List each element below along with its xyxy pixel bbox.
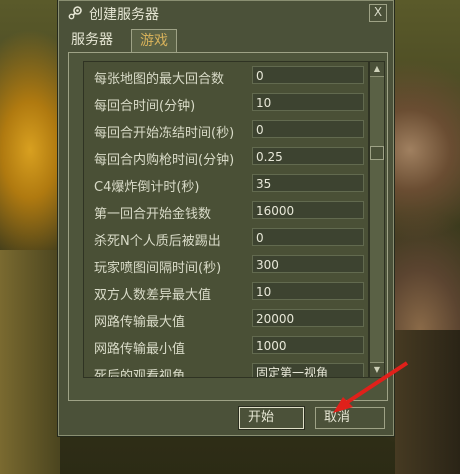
scroll-thumb[interactable]: [370, 146, 384, 160]
setting-value-field[interactable]: 0: [252, 66, 364, 84]
create-server-dialog: 创建服务器 X 服务器 游戏 每张地图的最大回合数 0 每回合时间(分钟) 10 每回合…: [58, 0, 409, 436]
setting-value-field[interactable]: 20000: [252, 309, 364, 327]
tab-game[interactable]: 游戏: [131, 29, 177, 52]
setting-value-field[interactable]: 0: [252, 228, 364, 246]
setting-label: 死后的观看视角: [94, 369, 186, 378]
setting-value-field[interactable]: 10: [252, 93, 364, 111]
close-button[interactable]: X: [369, 4, 387, 22]
setting-row: 第一回合开始金钱数 16000: [84, 199, 368, 225]
setting-row: 网路传输最大值 20000: [84, 307, 368, 333]
setting-label: 杀死N个人质后被踢出: [94, 234, 221, 249]
setting-label: 每回合时间(分钟): [94, 99, 196, 114]
setting-row: 杀死N个人质后被踢出 0: [84, 226, 368, 252]
setting-label: 每张地图的最大回合数: [94, 72, 225, 87]
start-button[interactable]: 开始: [238, 406, 305, 430]
annotation-arrow-icon: [333, 361, 409, 413]
setting-row: 每张地图的最大回合数 0: [84, 64, 368, 90]
setting-row: C4爆炸倒计时(秒) 35: [84, 172, 368, 198]
setting-row: 死后的观看视角 固定第一视角: [84, 361, 368, 378]
setting-value-field[interactable]: 1000: [252, 336, 364, 354]
window-title: 创建服务器: [89, 7, 159, 23]
settings-list: 每张地图的最大回合数 0 每回合时间(分钟) 10 每回合开始冻结时间(秒) 0 每回合内购…: [83, 61, 369, 378]
game-settings-panel: 每张地图的最大回合数 0 每回合时间(分钟) 10 每回合开始冻结时间(秒) 0 每回合内购…: [68, 52, 388, 401]
setting-label: 网路传输最大值: [94, 315, 186, 330]
scroll-up-arrow-icon[interactable]: ▲: [370, 62, 384, 77]
setting-value-field[interactable]: 0: [252, 120, 364, 138]
background-art-left: [0, 250, 60, 474]
setting-row: 每回合时间(分钟) 10: [84, 91, 368, 117]
setting-row: 每回合开始冻结时间(秒) 0: [84, 118, 368, 144]
setting-label: 网路传输最小值: [94, 342, 186, 357]
setting-label: 第一回合开始金钱数: [94, 207, 212, 222]
setting-label: 玩家喷图间隔时间(秒): [94, 261, 222, 276]
setting-value-field[interactable]: 16000: [252, 201, 364, 219]
setting-value-field[interactable]: 300: [252, 255, 364, 273]
steam-icon: [67, 5, 83, 21]
setting-label: 每回合内购枪时间(分钟): [94, 153, 235, 168]
setting-value-field[interactable]: 0.25: [252, 147, 364, 165]
setting-row: 网路传输最小值 1000: [84, 334, 368, 360]
setting-row: 双方人数差异最大值 10: [84, 280, 368, 306]
setting-label: 双方人数差异最大值: [94, 288, 212, 303]
setting-row: 每回合内购枪时间(分钟) 0.25: [84, 145, 368, 171]
setting-label: 每回合开始冻结时间(秒): [94, 126, 235, 141]
setting-row: 玩家喷图间隔时间(秒) 300: [84, 253, 368, 279]
tab-server[interactable]: 服务器: [63, 29, 121, 51]
scrollbar[interactable]: ▲ ▼: [369, 61, 385, 378]
setting-value-field[interactable]: 35: [252, 174, 364, 192]
setting-label: C4爆炸倒计时(秒): [94, 180, 200, 195]
titlebar: 创建服务器 X: [59, 1, 393, 25]
setting-value-field[interactable]: 10: [252, 282, 364, 300]
